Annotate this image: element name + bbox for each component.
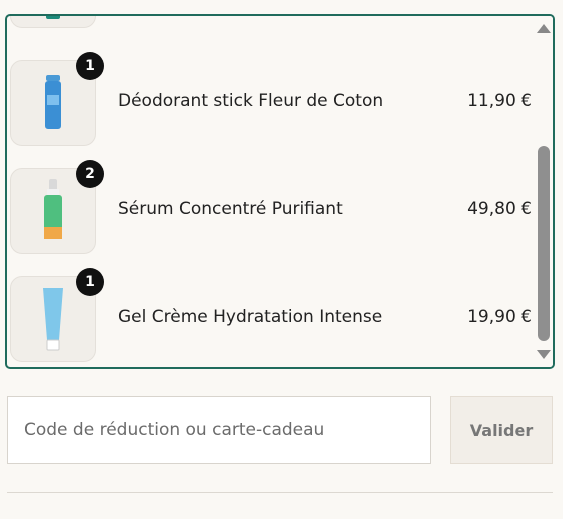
scroll-up-arrow-icon[interactable] (537, 24, 551, 33)
product-name: Sérum Concentré Purifiant (118, 199, 343, 219)
quantity-badge: 1 (76, 268, 104, 296)
product-price: 19,90 € (467, 307, 532, 327)
scroll-down-arrow-icon[interactable] (537, 350, 551, 359)
discount-code-input[interactable] (7, 396, 431, 464)
scrollbar[interactable] (536, 16, 553, 367)
product-image-teal-bottle (10, 16, 96, 28)
product-name: Gel Crème Hydratation Intense (118, 307, 383, 327)
cart-item: 1 Déodorant stick Fleur de Coton 11,90 € (7, 52, 532, 168)
cart-item (7, 16, 532, 50)
product-price: 11,90 € (467, 91, 532, 111)
product-price: 49,80 € (467, 199, 532, 219)
divider (7, 492, 553, 493)
quantity-badge: 2 (76, 160, 104, 188)
product-name: Déodorant stick Fleur de Coton (118, 91, 384, 111)
apply-discount-button[interactable]: Valider (450, 396, 553, 464)
cart-items-scroll-area[interactable]: 1 Déodorant stick Fleur de Coton 11,90 €… (5, 14, 555, 369)
cart-item: 1 Gel Crème Hydratation Intense 19,90 € (7, 268, 532, 367)
quantity-badge: 1 (76, 52, 104, 80)
scrollbar-thumb[interactable] (538, 146, 550, 341)
cart-item: 2 Sérum Concentré Purifiant 49,80 € (7, 160, 532, 276)
